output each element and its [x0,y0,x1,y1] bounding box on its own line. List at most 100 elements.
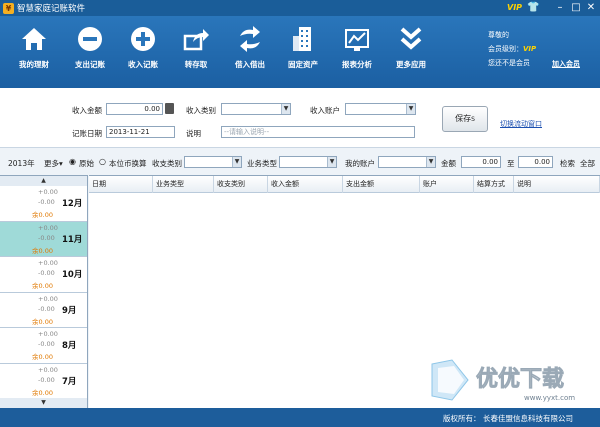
member-status: 您还不是会员 [488,59,530,67]
chevron-double-down-icon [400,27,422,50]
watermark-url: www.yyxt.com [524,394,575,402]
chevron-down-icon: ▼ [327,157,336,167]
month-inc: +0.00 [38,223,58,232]
month-exp: -0.00 [38,375,55,384]
month-inc: +0.00 [38,330,58,338]
month-bal: 余0.00 [32,388,53,397]
member-greeting: 尊敬的 [488,31,509,39]
calculator-icon[interactable] [165,103,174,114]
month-exp: -0.00 [38,340,55,348]
maximize-button[interactable]: □ [569,1,583,15]
month-exp: -0.00 [38,233,55,242]
chevron-down-icon: ▼ [406,104,415,114]
home-icon [22,28,46,50]
chevron-down-icon: ▼ [426,157,435,167]
month-item-2[interactable]: +0.00 -0.00 余0.00 10月 [0,257,87,293]
category-select[interactable]: ▼ [221,103,291,115]
radio-base-off[interactable]: ○ [99,157,106,166]
date-input[interactable]: 2013-11-21 [106,126,175,138]
filter-account-select[interactable]: ▼ [378,156,436,168]
account-label: 收入账户 [310,106,340,115]
month-item-1[interactable]: +0.00 -0.00 余0.00 11月 [0,221,87,257]
month-name: 11月 [62,234,83,245]
status-footer: 版权所有： 长春佳盟信息科技有限公司 [0,408,600,427]
skin-icon[interactable]: 👕 [527,2,539,13]
column-header[interactable]: 业务类型 [153,176,214,193]
column-header[interactable]: 收支类别 [214,176,268,193]
column-header[interactable]: 收入金额 [268,176,343,193]
chevron-down-icon: ▼ [232,157,241,167]
month-sidebar: ▲ +0.00 -0.00 余0.00 12月 +0.00 -0.00 余0.00 11月 +0… [0,175,88,408]
month-name: 8月 [62,341,77,351]
month-bal: 余0.00 [32,282,53,290]
filter-type-select[interactable]: ▼ [184,156,242,168]
toolbar-fixed-assets-button[interactable]: 固定资产 [277,22,329,82]
scroll-down-icon[interactable]: ▼ [0,398,87,408]
radio-original-on[interactable]: ◉ [69,157,76,166]
all-button[interactable]: 全部 [580,158,595,169]
company-name: 长春佳盟信息科技有限公司 [483,414,573,423]
month-exp: -0.00 [38,198,55,206]
chevron-down-icon: ▼ [281,104,290,114]
month-bal: 余0.00 [32,317,53,326]
toolbar-transfer-button[interactable]: 转存取 [170,22,222,82]
table-header: 日期 业务类型 收支类别 收入金额 支出金额 账户 结算方式 说明 [89,176,600,193]
exchange-icon [240,26,260,52]
amount-from-input[interactable]: 0.00 [461,156,501,168]
filter-account-label: 我的账户 [345,159,375,168]
amount-to-input[interactable]: 0.00 [518,156,553,168]
amount-input[interactable]: 0.00 [106,103,163,115]
join-member-link[interactable]: 加入会员 [552,59,580,69]
to-label: 至 [507,159,515,168]
toolbar-expense-button[interactable]: 支出记账 [64,22,116,82]
amount-label: 收入金额 [72,106,102,115]
toolbar-borrow-lend-button[interactable]: 借入借出 [224,22,276,82]
main-toolbar: 我的理财 支出记账 收入记账 转存取 借入借出 固定资产 报表分析 更多应用 尊… [0,16,600,88]
month-item-4[interactable]: +0.00 -0.00 余0.00 8月 [0,328,87,364]
watermark-text: 优优下载 [476,366,564,392]
filter-biz-select[interactable]: ▼ [279,156,337,168]
filter-type-label: 收支类别 [152,159,182,168]
window-title: 智慧家庭记账软件 [17,4,86,14]
toolbar-income-button[interactable]: 收入记账 [117,22,169,82]
date-label: 记账日期 [72,129,102,138]
toolbar-my-finance-button[interactable]: 我的理财 [8,22,60,82]
month-item-5[interactable]: +0.00 -0.00 余0.00 7月 [0,364,87,399]
account-select[interactable]: ▼ [345,103,416,115]
note-label: 说明 [186,129,201,138]
month-inc: +0.00 [38,365,58,374]
column-header[interactable]: 日期 [89,176,153,193]
member-panel: 尊敬的 会员级别：VIP 您还不是会员 加入会员 [470,16,600,88]
column-header[interactable]: 说明 [514,176,600,193]
month-bal: 余0.00 [32,353,53,361]
toolbar-more-apps-button[interactable]: 更多应用 [385,22,437,82]
month-exp: -0.00 [38,269,55,277]
year-selector[interactable]: 2013年 [8,158,35,169]
column-header[interactable]: 支出金额 [343,176,420,193]
close-button[interactable]: ✕ [584,1,598,15]
month-item-0[interactable]: +0.00 -0.00 余0.00 12月 [0,186,87,222]
vip-badge[interactable]: VIP [507,3,522,12]
column-header[interactable]: 账户 [420,176,474,193]
plus-circle-icon [131,27,155,51]
more-filter-button[interactable]: 更多▾ [44,158,63,169]
column-header[interactable]: 结算方式 [474,176,514,193]
copyright-label: 版权所有： [443,414,481,423]
search-button[interactable]: 检索 [560,158,575,169]
category-label: 收入类别 [186,106,216,115]
share-arrow-icon [183,29,209,51]
switch-window-link[interactable]: 切换流动窗口 [500,119,542,129]
chart-icon [345,29,369,51]
save-button[interactable]: 保存S [442,106,488,132]
filter-biz-label: 业务类型 [247,159,277,168]
month-list: +0.00 -0.00 余0.00 12月 +0.00 -0.00 余0.00 11月 +0.0… [0,186,87,399]
minimize-button[interactable]: – [553,1,567,15]
toolbar-report-button[interactable]: 报表分析 [331,22,383,82]
note-input[interactable]: --请输入说明-- [221,126,415,138]
month-item-3[interactable]: +0.00 -0.00 余0.00 9月 [0,293,87,328]
member-level: 会员级别：VIP [488,45,537,53]
scroll-up-icon[interactable]: ▲ [0,176,87,186]
building-icon [293,27,311,51]
radio-base-label: 本位币换算 [109,159,147,168]
month-bal: 余0.00 [32,211,53,219]
